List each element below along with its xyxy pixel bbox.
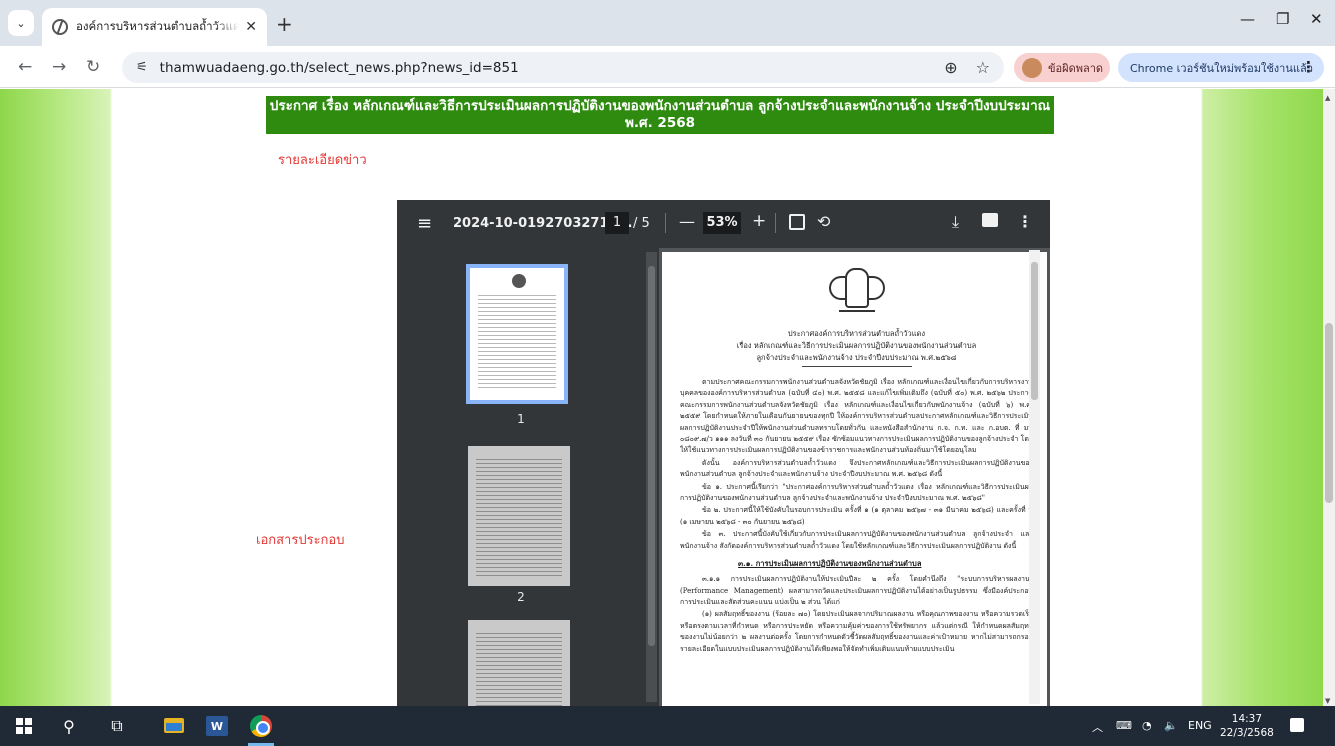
windows-start-icon[interactable]: [16, 718, 32, 734]
close-window-button[interactable]: ✕: [1310, 10, 1323, 28]
reload-icon: ↻: [86, 57, 101, 77]
error-label: ข้อผิดพลาด: [1048, 61, 1104, 75]
thumbnail-label: 2: [517, 590, 525, 604]
update-label: Chrome เวอร์ชันใหม่พร้อมใช้งานแล้ว: [1130, 61, 1313, 75]
more-vert-icon[interactable]: ⋮: [1017, 212, 1033, 231]
keyboard-icon[interactable]: ⌨: [1116, 719, 1132, 732]
tab-search-button[interactable]: ⌄: [8, 10, 34, 36]
attachment-heading: เอกสารประกอบ: [256, 533, 345, 548]
fit-page-icon[interactable]: [789, 214, 805, 230]
clock-time: 14:37: [1231, 713, 1263, 725]
rotate-icon[interactable]: ⟲: [817, 212, 830, 231]
page-total: / 5: [633, 216, 650, 231]
crest-icon: [512, 274, 526, 288]
zoom-in-button[interactable]: +: [752, 211, 766, 231]
new-tab-button[interactable]: +: [276, 12, 293, 36]
tab-close-button[interactable]: ✕: [245, 19, 257, 35]
detail-heading: รายละเอียดข่าว: [278, 153, 367, 168]
avatar: [1022, 57, 1042, 78]
zoom-input[interactable]: 53%: [703, 212, 741, 234]
page-scrollbar-thumb[interactable]: [1325, 323, 1333, 503]
reload-button[interactable]: ↻: [86, 57, 100, 77]
document-page: ประกาศองค์การบริหารส่วนตำบลถ้ำวัวแดง เรื…: [662, 252, 1047, 706]
forward-button[interactable]: →: [52, 57, 66, 77]
word-icon[interactable]: W: [206, 716, 228, 736]
notification-icon[interactable]: [1290, 718, 1304, 732]
profile-error-button[interactable]: ข้อผิดพลาด: [1014, 53, 1110, 82]
chevron-up-icon[interactable]: ︿: [1092, 719, 1103, 735]
search-icon[interactable]: ⚲: [58, 715, 80, 737]
garuda-emblem-icon: [828, 262, 885, 320]
arrow-left-icon: ←: [18, 57, 33, 77]
star-icon[interactable]: ☆: [976, 58, 990, 77]
doc-subheading: ๓.๑. การประเมินผลการปฏิบัติงานของพนักงาน…: [738, 559, 922, 569]
document-scrollbar-thumb[interactable]: [1031, 262, 1038, 400]
clock-date: 22/3/2568: [1220, 727, 1274, 739]
doc-paragraph: ดังนั้น องค์การบริหารส่วนตำบลถ้ำวัวแดง จ…: [680, 458, 1033, 479]
scroll-up-icon[interactable]: ▲: [1325, 94, 1330, 102]
doc-clause: ข้อ ๑. ประกาศนี้เรียกว่า "ประกาศองค์การบ…: [680, 482, 1033, 503]
thumbnail-page-2[interactable]: [468, 446, 570, 586]
chrome-icon[interactable]: [250, 715, 272, 737]
tab-strip: ⌄ องค์การบริหารส่วนตำบลถ้ำวัวแดง อำ ✕ + …: [0, 0, 1335, 46]
zoom-out-button[interactable]: —: [679, 212, 695, 231]
minimize-button[interactable]: —: [1240, 10, 1255, 28]
back-button[interactable]: ←: [18, 57, 32, 77]
news-headline: ประกาศ เรื่อง หลักเกณฑ์และวิธีการประเมิน…: [266, 96, 1054, 134]
page-number-input[interactable]: 1: [605, 212, 629, 234]
divider: [801, 366, 912, 367]
task-view-icon[interactable]: ⧉: [106, 715, 128, 737]
download-icon[interactable]: ⤓: [952, 212, 959, 232]
thumbnail-sidebar: 1 2: [397, 248, 659, 706]
globe-icon: [52, 19, 68, 35]
pdf-viewer[interactable]: ≡ 2024-10-01927032715... 1 / 5 — 53% + ⟲…: [397, 200, 1050, 706]
tab-title: องค์การบริหารส่วนตำบลถ้ำวัวแดง อำ: [76, 19, 240, 33]
doc-paragraph: (๑) ผลสัมฤทธิ์ของงาน (ร้อยละ ๗๐) โดยประเ…: [680, 610, 1033, 653]
thumbnail-scrollbar-thumb[interactable]: [648, 266, 655, 646]
restore-button[interactable]: ❐: [1276, 10, 1289, 28]
thumbnail-page-1[interactable]: [466, 264, 568, 404]
doc-clause: ข้อ ๒. ประกาศนี้ให้ใช้บังคับในรอบการประเ…: [680, 506, 1033, 526]
zoom-icon[interactable]: ⊕: [944, 58, 957, 77]
document-area: ประกาศองค์การบริหารส่วนตำบลถ้ำวัวแดง เรื…: [659, 248, 1050, 706]
chevron-down-icon: ⌄: [16, 16, 26, 30]
scroll-down-icon[interactable]: ▼: [1325, 697, 1330, 705]
thumbnail-label: 1: [517, 412, 525, 426]
divider: [665, 213, 666, 233]
chrome-update-button[interactable]: Chrome เวอร์ชันใหม่พร้อมใช้งานแล้ว ⋮: [1118, 53, 1324, 82]
more-vert-icon[interactable]: ⋮: [1301, 58, 1316, 76]
url-text[interactable]: thamwuadaeng.go.th/select_news.php?news_…: [160, 60, 519, 76]
file-explorer-icon[interactable]: [164, 718, 184, 733]
page-viewport: ประกาศ เรื่อง หลักเกณฑ์และวิธีการประเมิน…: [0, 89, 1323, 706]
thumbnail-page-3[interactable]: [468, 620, 570, 706]
address-bar[interactable]: ⚟ thamwuadaeng.go.th/select_news.php?new…: [122, 52, 1004, 83]
doc-paragraph: ๓.๑.๑ การประเมินผลการปฏิบัติงานให้ประเมิ…: [680, 575, 1033, 606]
print-icon[interactable]: [982, 213, 998, 227]
doc-header-line: ลูกจ้างประจำและพนักงานจ้าง ประจำปีงบประม…: [756, 353, 957, 362]
menu-icon[interactable]: ≡: [417, 213, 432, 234]
pdf-toolbar: ≡ 2024-10-01927032715... 1 / 5 — 53% + ⟲…: [397, 200, 1050, 248]
browser-toolbar: ← → ↻ ⚟ thamwuadaeng.go.th/select_news.p…: [0, 46, 1335, 88]
network-icon[interactable]: ◔: [1142, 719, 1152, 732]
doc-clause: ข้อ ๓. ประกาศนี้บังคับใช้เกี่ยวกับการประ…: [680, 530, 1033, 550]
language-indicator[interactable]: ENG: [1188, 719, 1212, 732]
divider: [775, 213, 776, 233]
doc-header-line: ประกาศองค์การบริหารส่วนตำบลถ้ำวัวแดง: [787, 329, 926, 338]
system-clock[interactable]: 14:37 22/3/2568: [1220, 712, 1274, 740]
doc-header-line: เรื่อง หลักเกณฑ์และวิธีการประเมินผลการปฏ…: [736, 341, 977, 350]
windows-taskbar: ⚲ ⧉ W ︿ ⌨ ◔ 🔈 ENG 14:37 22/3/2568: [0, 706, 1335, 746]
volume-icon[interactable]: 🔈: [1164, 719, 1178, 732]
doc-paragraph: ตามประกาศคณะกรรมการพนักงานส่วนตำบลจังหวั…: [680, 378, 1033, 455]
arrow-right-icon: →: [52, 57, 67, 77]
browser-tab[interactable]: องค์การบริหารส่วนตำบลถ้ำวัวแดง อำ ✕: [42, 8, 267, 46]
tune-icon[interactable]: ⚟: [136, 60, 148, 75]
